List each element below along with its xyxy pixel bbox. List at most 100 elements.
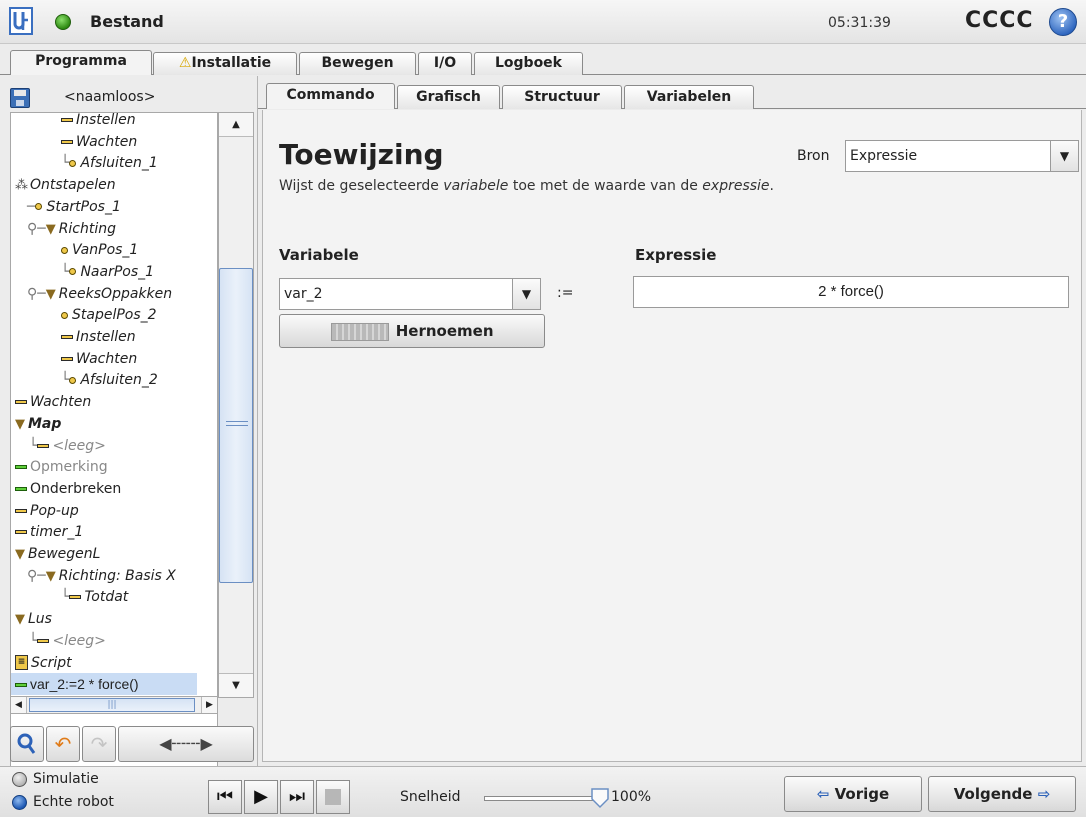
skip-to-start-icon: ⏮ [216,786,234,807]
tree-node[interactable]: Pop-up [15,500,79,522]
source-select[interactable]: Expressie ▼ [845,140,1079,172]
tree-node-selected[interactable]: var_2:=2 * force() [11,673,197,695]
expression-field[interactable]: 2 * force() [633,276,1069,308]
tab-installatie[interactable]: ⚠Installatie [153,52,297,75]
chevron-down-icon[interactable]: ▼ [512,279,540,309]
rename-button[interactable]: Hernoemen [279,314,545,348]
previous-button[interactable]: ⇦ Vorige [784,776,922,812]
rewind-button[interactable]: ⏮ [208,780,242,814]
action-node-icon [61,118,73,122]
speed-value: 100% [611,789,652,805]
tree-node[interactable]: StapelPos_2 [61,304,157,326]
tree-node[interactable]: Instellen [61,113,136,131]
program-name: <naamloos> [64,89,156,105]
assignment-operator: := [557,285,574,301]
comment-node-icon [15,465,27,470]
tab-variabelen[interactable]: Variabelen [624,85,754,109]
action-node-icon [37,638,50,643]
tree-node[interactable]: Onderbreken [15,478,121,500]
arrow-left-icon: ⇦ [816,785,830,803]
play-button[interactable]: ▶ [244,780,278,814]
clock: 05:31:39 [828,15,891,31]
tree-node[interactable]: Wachten [61,348,137,370]
expression-label: Expressie [635,246,717,264]
simulation-radio[interactable]: Simulatie [12,771,99,793]
search-button[interactable] [10,726,44,762]
chevron-down-icon[interactable]: ▼ [1050,141,1078,171]
waypoint-icon [69,376,77,384]
save-icon[interactable] [10,88,30,108]
tab-bewegen[interactable]: Bewegen [299,52,416,75]
undo-icon: ↶ [54,732,72,756]
scrollbar-thumb[interactable] [219,268,253,583]
action-node-icon [15,508,27,513]
script-icon: ≡ [15,655,28,670]
scrollbar-thumb[interactable]: ||| [29,698,195,712]
tree-node[interactable]: └ Afsluiten_1 [61,152,158,174]
tree-node[interactable]: ▼ Map [15,413,61,435]
waypoint-icon [69,268,77,276]
tree-horizontal-scrollbar[interactable]: ◀ ||| ▶ [10,696,218,714]
tree-node[interactable]: ⚲─▼ Richting: Basis X [27,565,176,587]
source-label: Bron [797,148,830,164]
tab-io[interactable]: I/O [418,52,472,75]
scroll-right-icon[interactable]: ▶ [201,697,217,713]
tree-node[interactable]: Instellen [61,326,136,348]
tree-node[interactable]: Wachten [15,391,91,413]
action-node-icon [15,530,27,535]
tab-grafisch[interactable]: Grafisch [397,85,500,109]
action-node-icon [69,595,82,600]
tree-node[interactable]: ⚲─▼ Richting [27,218,116,240]
next-button[interactable]: Volgende ⇨ [928,776,1076,812]
redo-button[interactable]: ↷ [82,726,116,762]
scroll-left-icon[interactable]: ◀ [11,697,27,713]
radio-on-icon[interactable] [12,794,27,810]
tree-node[interactable]: └ NaarPos_1 [61,261,154,283]
tree-vertical-scrollbar[interactable]: ▲ ▼ [218,112,254,698]
folder-triangle-icon: ▼ [15,547,25,562]
assignment-node-icon [15,683,27,688]
tree-node[interactable]: ⁂ Ontstapelen [15,174,116,196]
move-node-button[interactable]: ◀╌╌╌▶ [118,726,254,762]
radio-off-icon[interactable] [12,771,27,787]
tab-commando[interactable]: Commando [266,83,395,109]
tree-node[interactable]: ≡ Script [15,652,72,674]
tree-node[interactable]: └ Afsluiten_2 [61,369,158,391]
tree-node[interactable]: └ <leeg> [29,630,106,652]
waypoint-icon [61,311,68,319]
program-tree[interactable]: Instellen Wachten └ Afsluiten_1 ⁂ Ontstape… [10,112,218,774]
action-node-icon [61,139,73,144]
tree-node[interactable]: └ Totdat [61,586,128,608]
program-tree-panel: <naamloos> Instellen Wachten └ Afsluiten_… [0,76,258,774]
main-tabs: Programma ⚠Installatie Bewegen I/O Logbo… [0,44,1086,76]
tree-node[interactable]: └ <leeg> [29,435,106,457]
tree-node[interactable]: ▼ BewegenL [15,543,100,565]
step-button[interactable]: ⏭ [280,780,314,814]
file-menu[interactable]: Bestand [90,12,164,31]
tab-logboek[interactable]: Logboek [474,52,583,75]
tree-node[interactable]: ─ StartPos_1 [27,196,121,218]
tree-node[interactable]: VanPos_1 [61,239,138,261]
scroll-down-icon[interactable]: ▼ [219,673,253,697]
help-icon[interactable]: ? [1049,8,1077,36]
speed-slider[interactable] [484,796,596,801]
tab-programma[interactable]: Programma [10,50,152,75]
variable-select[interactable]: var_2 ▼ [279,278,541,310]
tree-node[interactable]: Wachten [61,131,137,153]
tree-node[interactable]: ⚲─▼ ReeksOppakken [27,283,172,305]
action-node-icon [61,335,73,339]
waypoint-icon [35,203,43,211]
real-robot-radio[interactable]: Echte robot [12,794,114,816]
tree-node[interactable]: Opmerking [15,456,108,478]
tree-node[interactable]: ▼ Lus [15,608,52,630]
tree-toolbar: ↶ ↷ ◀╌╌╌▶ [10,726,254,764]
stop-button[interactable] [316,780,350,814]
folder-triangle-icon: ▼ [45,568,56,584]
speed-slider-thumb[interactable] [590,787,610,809]
tree-node[interactable]: timer_1 [15,521,83,543]
undo-button[interactable]: ↶ [46,726,80,762]
action-node-icon [15,400,27,405]
search-icon [17,733,36,754]
tab-structuur[interactable]: Structuur [502,85,622,109]
scroll-up-icon[interactable]: ▲ [219,113,253,137]
